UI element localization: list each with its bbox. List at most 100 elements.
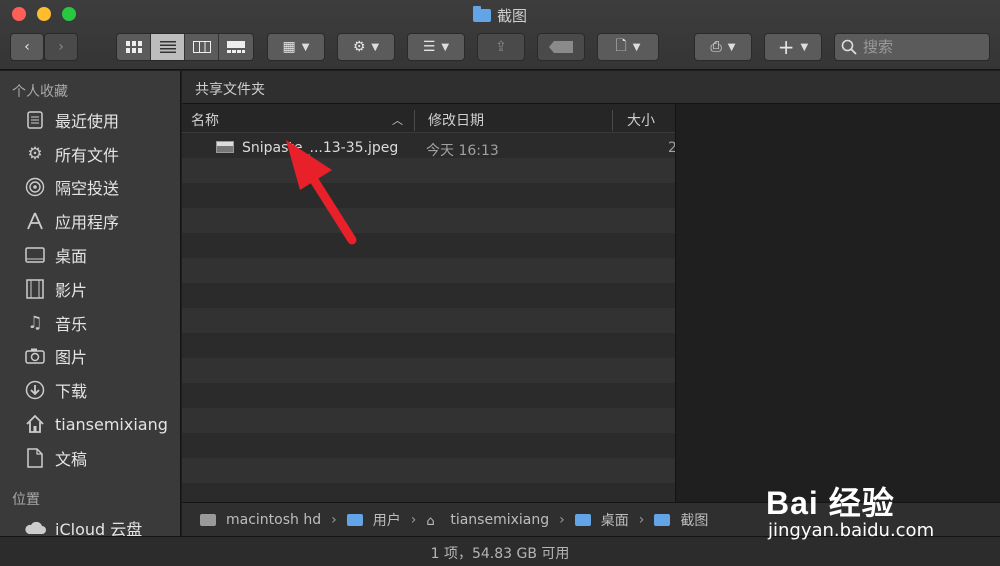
table-row [182,383,675,408]
view-mode-control [116,33,254,61]
chevron-down-icon: ▼ [441,41,450,53]
arrange-icon: ☰ [422,39,436,55]
sidebar-section-locations: 位置 [12,491,40,508]
sidebar-item-downloads[interactable]: 下载 [0,373,180,407]
device-icon: ⎙ [710,39,722,55]
plus-icon: + [777,35,795,59]
document-icon [24,447,46,469]
file-list: Snipaste_...13-35.jpeg 今天 16:13 2 [182,133,675,502]
table-row [182,183,675,208]
column-view-button[interactable] [185,34,219,60]
group-button[interactable]: ▦ ▼ [267,33,325,61]
table-row [182,233,675,258]
chevron-down-icon: ▼ [301,41,310,53]
airdrop-icon [24,176,46,198]
path-item-home[interactable]: tiansemixiang [450,512,549,528]
column-size-header[interactable]: 大小 [627,110,655,130]
table-row [182,333,675,358]
gear-icon: ⚙ [352,39,366,55]
sidebar-section-favorites: 个人收藏 [12,84,68,100]
download-icon [24,379,46,401]
gallery-view-button[interactable] [219,34,253,60]
home-icon: ⌂ [426,513,435,529]
table-row [182,358,675,383]
table-row [182,458,675,483]
back-button[interactable]: ‹ [10,33,44,61]
folder-icon [574,513,591,526]
action-button[interactable]: ⚙ ▼ [337,33,395,61]
chevron-right-icon: › [559,511,565,528]
folder-header: 共享文件夹 [182,71,1000,104]
preview-pane [675,104,1000,502]
icon-view-button[interactable] [117,34,151,60]
chevron-down-icon: ▼ [371,41,380,53]
sidebar-item-recents[interactable]: 最近使用 [0,103,180,137]
add-button[interactable]: + ▼ [764,33,822,61]
grid-icon [125,41,142,53]
table-row[interactable]: Snipaste_...13-35.jpeg 今天 16:13 2 [182,133,675,159]
sidebar-item-movies[interactable]: 影片 [0,272,180,306]
column-divider[interactable] [612,110,613,131]
column-name-header[interactable]: 名称 [191,110,219,130]
path-item-screenshots[interactable]: 截图 [680,510,708,530]
sidebar-item-documents[interactable]: 文稿 [0,441,180,475]
table-row [182,308,675,333]
new-document-button[interactable]: 🗋 ▼ [597,33,659,61]
path-item-users[interactable]: 用户 [373,510,401,530]
new-document-icon: 🗋 [615,38,627,54]
chevron-left-icon: ‹ [24,39,30,55]
tag-button[interactable] [537,33,585,61]
camera-icon [24,345,46,367]
image-file-icon [216,141,234,153]
sidebar-item-music[interactable]: ♫ 音乐 [0,306,180,340]
share-icon: ⇪ [495,39,507,55]
recent-icon [24,109,46,131]
music-icon: ♫ [27,312,43,333]
sidebar-item-home[interactable]: tiansemixiang [0,407,180,441]
watermark-url: jingyan.baidu.com [768,520,935,541]
search-icon [841,39,857,55]
sidebar-item-pictures[interactable]: 图片 [0,340,180,374]
sidebar: 个人收藏 最近使用 ⚙ 所有文件 隔空投送 应用程序 桌面 影片 ♫ 音乐 图片 下… [0,71,181,541]
file-modified: 今天 16:13 [426,143,499,159]
gallery-icon [227,41,245,53]
table-row [182,158,675,183]
file-size: 2 [668,140,675,156]
chevron-right-icon: › [410,511,417,528]
table-row [182,258,675,283]
chevron-down-icon: ▼ [727,41,736,53]
path-item-disk[interactable]: macintosh hd [226,512,321,528]
table-row [182,433,675,458]
toolbar: 截图 ‹ › ▦ ▼ ⚙ ▼ ☰ ▼ ⇪ 🗋 ▼ ⎙ ▼ + ▼ [0,0,1000,70]
watermark-logo: Bai 经验 [766,485,895,521]
column-divider[interactable] [414,110,415,131]
arrange-button[interactable]: ☰ ▼ [407,33,465,61]
device-button[interactable]: ⎙ ▼ [694,33,752,61]
sort-ascending-icon: ︿ [392,114,403,127]
applications-icon [24,210,46,232]
disk-icon [200,513,216,526]
chevron-right-icon: › [58,39,64,55]
table-row [182,483,675,502]
list-view-button[interactable] [151,34,185,60]
tag-icon [549,41,573,53]
gear-icon: ⚙ [27,143,43,164]
chevron-down-icon: ▼ [800,41,809,53]
sidebar-item-applications[interactable]: 应用程序 [0,204,180,238]
desktop-icon [24,244,46,266]
table-row [182,283,675,308]
sidebar-item-desktop[interactable]: 桌面 [0,238,180,272]
film-icon [24,278,46,300]
group-grid-icon: ▦ [282,39,296,55]
column-modified-header[interactable]: 修改日期 [428,110,484,130]
search-input[interactable] [863,38,983,56]
columns-icon [192,41,211,53]
table-row [182,208,675,233]
chevron-down-icon: ▼ [632,41,641,53]
sidebar-item-airdrop[interactable]: 隔空投送 [0,171,180,205]
search-field[interactable] [834,33,990,61]
path-item-desktop[interactable]: 桌面 [601,510,629,530]
share-button[interactable]: ⇪ [477,33,525,61]
sidebar-item-all-files[interactable]: ⚙ 所有文件 [0,137,180,171]
forward-button[interactable]: › [44,33,78,61]
